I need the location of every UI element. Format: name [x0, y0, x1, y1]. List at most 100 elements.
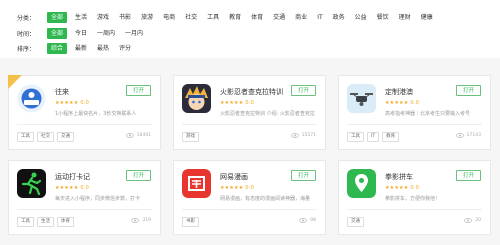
divider	[347, 124, 482, 125]
time-option-today[interactable]: 今日	[75, 28, 87, 39]
drone-icon	[347, 84, 376, 113]
tag-list: 工具 社交 交通	[17, 132, 77, 142]
sort-option-newest[interactable]: 最新	[75, 43, 87, 54]
app-description: 火影忍者查克拉特训 介绍: 火影忍者查克拉	[220, 111, 315, 117]
tag[interactable]: 游戏	[182, 132, 199, 142]
rating-score: 0.0	[80, 100, 89, 106]
app-description: 网易漫画，有态度的漫画阅读神器，海量	[220, 196, 311, 202]
sort-filter-row: 排序： 综合 最新 最热 评分	[17, 43, 141, 54]
tag-list: 工具 IT 教育	[347, 132, 402, 142]
app-card-wanglai[interactable]: 往来 打开 ★★★★★ 0.0 1小程序上最快名片，3秒交换联系人 工具 社交 交…	[8, 75, 161, 150]
category-option[interactable]: 公益	[355, 12, 367, 23]
rating-stars: ★★★★★ 0.0	[220, 100, 254, 106]
category-option[interactable]: 游戏	[97, 12, 109, 23]
category-option[interactable]: 书影	[119, 12, 131, 23]
category-option[interactable]: 政务	[333, 12, 345, 23]
time-option-week[interactable]: 一周内	[97, 28, 115, 39]
eye-icon	[290, 133, 299, 138]
app-name: 往来	[55, 88, 69, 96]
time-option-month[interactable]: 一月内	[125, 28, 143, 39]
naruto-avatar-icon	[182, 84, 211, 113]
netease-comic-icon	[182, 169, 211, 198]
tag[interactable]: 社交	[37, 132, 54, 142]
sort-option-default[interactable]: 综合	[47, 43, 68, 54]
tag-list: 交通	[347, 217, 367, 227]
rating-score: 0.0	[80, 185, 89, 191]
open-button[interactable]: 打开	[126, 85, 151, 96]
app-card-pinche[interactable]: 拳影拼车 打开 ★★★★★ 0.0 拳影拼车，方便你我他！ 交通 20	[338, 160, 491, 235]
time-option-all[interactable]: 全部	[47, 28, 68, 39]
tag[interactable]: 书影	[182, 217, 199, 227]
app-description: 高考指考神器｜北京考生只要输入考号	[385, 111, 471, 117]
category-option[interactable]: IT	[317, 12, 322, 23]
open-button[interactable]: 打开	[291, 85, 316, 96]
category-filter-label: 分类：	[17, 15, 36, 22]
category-option[interactable]: 交通	[273, 12, 285, 23]
tag[interactable]: 交通	[347, 217, 364, 227]
rating-stars: ★★★★★ 0.0	[385, 185, 419, 191]
stars: ★★★★★	[385, 185, 409, 191]
category-option[interactable]: 教育	[229, 12, 241, 23]
open-button[interactable]: 打开	[126, 170, 151, 181]
running-man-icon	[17, 169, 46, 198]
view-count: 15571	[290, 133, 316, 138]
eye-icon	[455, 133, 464, 138]
category-option[interactable]: 社交	[185, 12, 197, 23]
app-card-netease-comic[interactable]: 网易漫画 打开 ★★★★★ 0.0 网易漫画，有态度的漫画阅读神器，海量 书影 9…	[173, 160, 326, 235]
location-pin-icon	[347, 169, 376, 198]
stars: ★★★★★	[220, 100, 244, 106]
category-option-all[interactable]: 全部	[47, 12, 68, 23]
app-card-yundong[interactable]: 运动打卡记 打开 ★★★★★ 0.0 每天进入小程序，同步微信步数，打卡 工具 生…	[8, 160, 161, 235]
category-option[interactable]: 旅游	[141, 12, 153, 23]
tag-list: 工具 生活 体育	[17, 217, 77, 227]
tag[interactable]: 教育	[382, 132, 400, 142]
sort-filter-label: 排序：	[17, 46, 36, 53]
category-filter-row: 分类： 全部 生活 游戏 书影 旅游 电商 社交 工具 教育 体育 交通 商业 …	[17, 12, 443, 23]
view-count: 98	[299, 218, 316, 223]
time-filter-label: 时间：	[17, 31, 36, 38]
tag[interactable]: 交通	[57, 132, 74, 142]
divider	[17, 209, 152, 210]
view-count-value: 20	[475, 218, 481, 223]
view-count-value: 15571	[301, 133, 316, 138]
category-option[interactable]: 商业	[295, 12, 307, 23]
category-option[interactable]: 健康	[421, 12, 433, 23]
category-option[interactable]: 体育	[251, 12, 263, 23]
tag[interactable]: 体育	[57, 217, 74, 227]
app-card-dingzhi[interactable]: 定制港澳 打开 ★★★★★ 0.0 高考指考神器｜北京考生只要输入考号 工具 IT…	[338, 75, 491, 150]
sort-option-rating[interactable]: 评分	[119, 43, 131, 54]
divider	[182, 209, 317, 210]
view-count: 20	[464, 218, 481, 223]
rating-score: 0.0	[410, 100, 419, 106]
app-name: 网易漫画	[220, 173, 248, 181]
view-count: 17143	[455, 133, 481, 138]
view-count: 319	[131, 218, 151, 223]
tag[interactable]: 工具	[17, 217, 34, 227]
app-card-naruto[interactable]: 火影忍者查克拉特训 打开 ★★★★★ 0.0 火影忍者查克拉特训 介绍: 火影忍者…	[173, 75, 326, 150]
time-filter-row: 时间： 全部 今日 一周内 一月内	[17, 28, 153, 39]
rating-stars: ★★★★★ 0.0	[220, 185, 254, 191]
category-option[interactable]: 餐饮	[377, 12, 389, 23]
tag[interactable]: 工具	[17, 132, 34, 142]
open-button[interactable]: 打开	[291, 170, 316, 181]
app-name: 拳影拼车	[385, 173, 413, 181]
category-option[interactable]: 理财	[399, 12, 411, 23]
stars: ★★★★★	[385, 100, 409, 106]
tag-list: 书影	[182, 217, 202, 227]
view-count-value: 16491	[136, 133, 151, 138]
rating-score: 0.0	[410, 185, 419, 191]
tag[interactable]: 工具	[347, 132, 364, 142]
app-description: 每天进入小程序，同步微信步数，打卡	[55, 196, 141, 202]
stars: ★★★★★	[220, 185, 244, 191]
eye-icon	[464, 218, 473, 223]
open-button[interactable]: 打开	[456, 85, 481, 96]
sort-option-hottest[interactable]: 最热	[97, 43, 109, 54]
view-count: 16491	[125, 133, 151, 138]
view-count-value: 17143	[466, 133, 481, 138]
category-option[interactable]: 电商	[163, 12, 175, 23]
open-button[interactable]: 打开	[456, 170, 481, 181]
tag[interactable]: 生活	[37, 217, 54, 227]
tag[interactable]: IT	[367, 132, 380, 142]
category-option[interactable]: 工具	[207, 12, 219, 23]
category-option[interactable]: 生活	[75, 12, 87, 23]
